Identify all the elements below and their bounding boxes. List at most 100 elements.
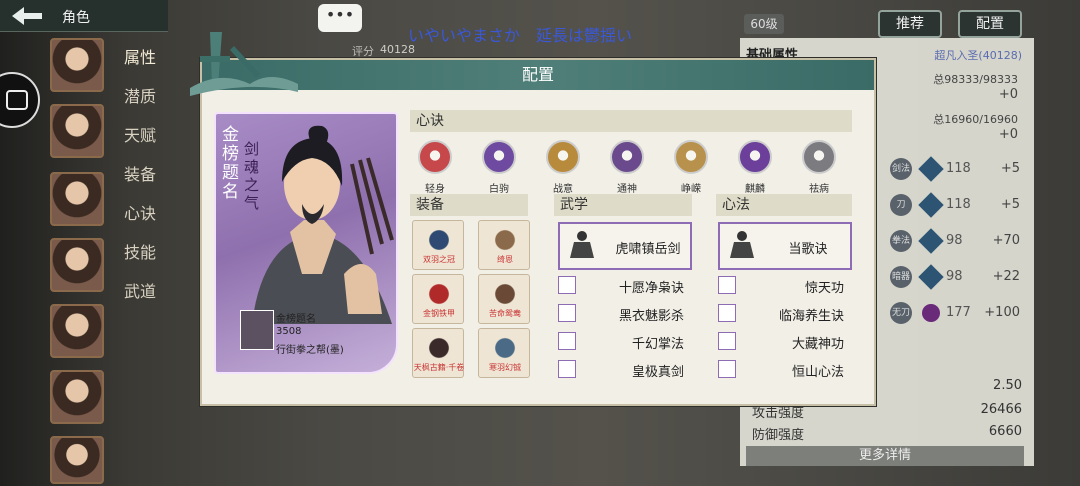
equipment-label: 苦命鸳鸯 xyxy=(489,309,521,318)
xinfa-mini-icon[interactable] xyxy=(718,276,736,294)
wuxue-item-name: 黑衣魅影杀 xyxy=(618,309,684,324)
xinfa-item-name: 大藏神功 xyxy=(791,337,844,352)
hidden-weapon-icon: 暗器 xyxy=(890,266,912,288)
stat-row: 无刀 177 +100 xyxy=(890,302,1020,324)
character-portrait-2[interactable] xyxy=(50,104,104,158)
equipment-icon xyxy=(489,335,521,361)
character-portrait-5[interactable] xyxy=(50,304,104,358)
defense-row: 防御强度 6660 xyxy=(752,424,1022,444)
sword-ornament-icon xyxy=(190,32,298,96)
skill-label: 战意 xyxy=(553,184,573,195)
card-guild: 行街拳之帮(墨) xyxy=(276,345,344,356)
recommend-button[interactable]: 推荐 xyxy=(878,10,942,38)
skill-icon[interactable] xyxy=(482,140,516,174)
config-button[interactable]: 配置 xyxy=(958,10,1022,38)
skill-label: 通神 xyxy=(617,184,637,195)
wuxue-mini-icon[interactable] xyxy=(558,332,576,350)
wuxue-mini-icon[interactable] xyxy=(558,360,576,378)
xinfa-mini-icon[interactable] xyxy=(718,360,736,378)
card-name: 金榜题名 xyxy=(276,314,316,325)
character-portrait-7[interactable] xyxy=(50,436,104,484)
arrow-left-icon xyxy=(12,7,42,25)
martial-artist-icon xyxy=(570,231,594,258)
equipment-icon xyxy=(423,281,455,307)
xinfa-item-name: 惊天功 xyxy=(804,281,844,296)
fist-icon: 拳法 xyxy=(890,230,912,252)
xinfa-main-slot[interactable]: 当歌诀 xyxy=(718,222,852,270)
stat-bonus: +5 xyxy=(1000,197,1020,212)
skill-icon[interactable] xyxy=(418,140,452,174)
panel-icon xyxy=(6,90,28,110)
skill-label: 麒麟 xyxy=(745,184,765,195)
equipment-label: 天枫古籍·千卷 xyxy=(413,363,465,372)
stat-value: 98 xyxy=(946,233,963,248)
stat-bonus: +100 xyxy=(984,305,1020,320)
realm-text: 超凡入圣(40128) xyxy=(934,49,1022,62)
character-card[interactable]: 金榜题名 剑魂之气 金榜题名 3508 行街拳之帮(墨) xyxy=(214,112,398,374)
wuxue-mini-icon[interactable] xyxy=(558,304,576,322)
level-badge: 60级 xyxy=(744,14,784,34)
xinfa-mini-icon[interactable] xyxy=(718,304,736,322)
unarmed-icon: 无刀 xyxy=(890,302,912,324)
wuxue-main-name: 虎啸镇岳剑 xyxy=(615,242,681,257)
equipment-icon xyxy=(423,227,455,253)
xinfa-item-name: 临海养生诀 xyxy=(778,309,844,324)
stat-bonus: +22 xyxy=(992,269,1020,284)
skill-label: 轻身 xyxy=(425,184,445,195)
equipment-header: 装备 xyxy=(410,194,528,216)
skill-icon[interactable] xyxy=(546,140,580,174)
skill-icon[interactable] xyxy=(802,140,836,174)
menu-item-skills[interactable]: 技能 xyxy=(124,239,164,263)
defense-label: 防御强度 xyxy=(752,428,805,443)
diamond-icon xyxy=(918,192,944,218)
stat-bonus: +70 xyxy=(992,233,1020,248)
more-details-button[interactable]: 更多详情 xyxy=(746,446,1024,466)
menu-item-talent[interactable]: 天赋 xyxy=(124,122,164,146)
character-portrait-3[interactable] xyxy=(50,172,104,226)
card-subtitle: 剑魂之气 xyxy=(244,140,260,212)
menu-item-potential[interactable]: 潜质 xyxy=(124,83,164,107)
menu-item-equipment[interactable]: 装备 xyxy=(124,161,164,185)
xinfa-item-name: 恒山心法 xyxy=(791,365,844,380)
modal-header: 配置 xyxy=(202,60,874,90)
mp-total: 总16960/16960 xyxy=(933,113,1018,126)
xinfa-main-name: 当歌诀 xyxy=(788,242,828,257)
skill-label: 祛病 xyxy=(809,184,829,195)
stat-row: 暗器 98 +22 xyxy=(890,264,1020,290)
skill-icon[interactable] xyxy=(674,140,708,174)
xinjue-header: 心诀 xyxy=(410,110,852,132)
xinfa-mini-icon[interactable] xyxy=(718,332,736,350)
equipment-slot[interactable]: 寒羽幻铖 xyxy=(478,328,530,378)
back-button[interactable] xyxy=(8,4,48,28)
card-score: 3508 xyxy=(276,326,302,337)
skill-icon[interactable] xyxy=(738,140,772,174)
page-title: 角色 xyxy=(62,10,90,26)
chat-button[interactable]: ••• xyxy=(318,4,362,32)
character-portrait-4[interactable] xyxy=(50,238,104,292)
menu-item-xinjue[interactable]: 心诀 xyxy=(124,200,164,224)
menu-item-attributes[interactable]: 属性 xyxy=(124,44,164,68)
menu-item-wudao[interactable]: 武道 xyxy=(124,278,164,302)
diamond-icon xyxy=(918,156,944,182)
extra-stat-value: 2.50 xyxy=(993,378,1022,393)
equipment-slot[interactable]: 苦命鸳鸯 xyxy=(478,274,530,324)
equipment-slot[interactable]: 金钢铁甲 xyxy=(412,274,464,324)
mp-bonus: +0 xyxy=(998,127,1018,142)
wuxue-mini-icon[interactable] xyxy=(558,276,576,294)
character-portrait-6[interactable] xyxy=(50,370,104,424)
xinfa-header: 心法 xyxy=(716,194,852,216)
character-portrait-1[interactable] xyxy=(50,38,104,92)
stat-bonus: +5 xyxy=(1000,161,1020,176)
score-value: 40128 xyxy=(380,43,415,56)
equipment-label: 绮恩 xyxy=(497,255,513,264)
skill-icon[interactable] xyxy=(610,140,644,174)
equipment-label: 金钢铁甲 xyxy=(423,309,455,318)
equipment-slot[interactable]: 双羽之冠 xyxy=(412,220,464,270)
wuxue-main-slot[interactable]: 虎啸镇岳剑 xyxy=(558,222,692,270)
hp-bonus: +0 xyxy=(998,87,1018,102)
diamond-icon xyxy=(918,228,944,254)
martial-artist-icon xyxy=(730,231,754,258)
equipment-icon xyxy=(489,227,521,253)
equipment-slot[interactable]: 绮恩 xyxy=(478,220,530,270)
equipment-slot[interactable]: 天枫古籍·千卷 xyxy=(412,328,464,378)
